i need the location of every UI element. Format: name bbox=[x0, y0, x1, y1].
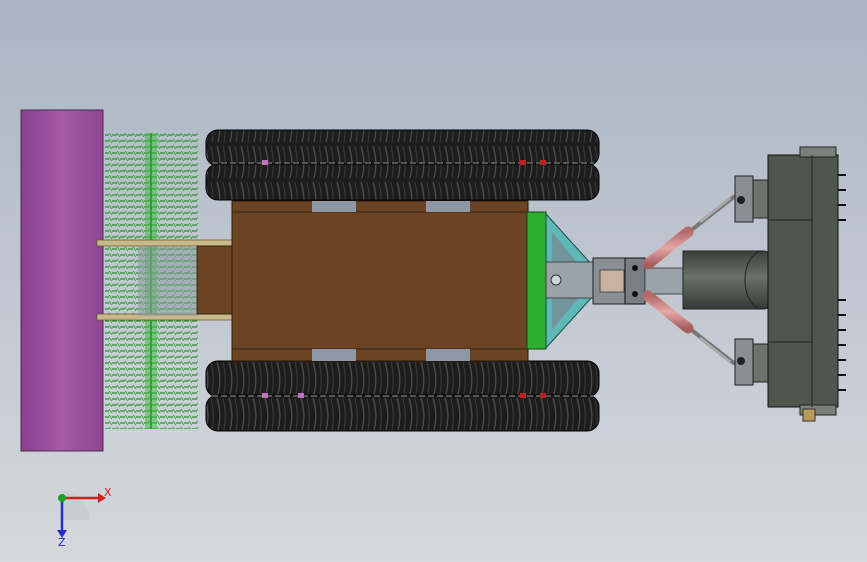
assembly-top-view bbox=[20, 109, 846, 452]
track-upper bbox=[205, 129, 600, 201]
hitch-joint bbox=[592, 257, 686, 305]
track-lower bbox=[205, 360, 600, 432]
chassis-body bbox=[231, 200, 529, 362]
dozer-blade bbox=[767, 146, 846, 422]
hitch-frame bbox=[545, 212, 597, 350]
x-axis-label: X bbox=[104, 486, 112, 499]
roller-drum bbox=[20, 109, 104, 452]
axis-triad: X Z bbox=[57, 486, 112, 548]
cad-viewport[interactable]: X Z bbox=[0, 0, 867, 562]
front-plate bbox=[526, 211, 547, 350]
z-axis-label: Z bbox=[58, 536, 66, 548]
triad-disc bbox=[62, 492, 90, 520]
y-axis-dot bbox=[58, 494, 66, 502]
drive-motor bbox=[682, 250, 782, 310]
